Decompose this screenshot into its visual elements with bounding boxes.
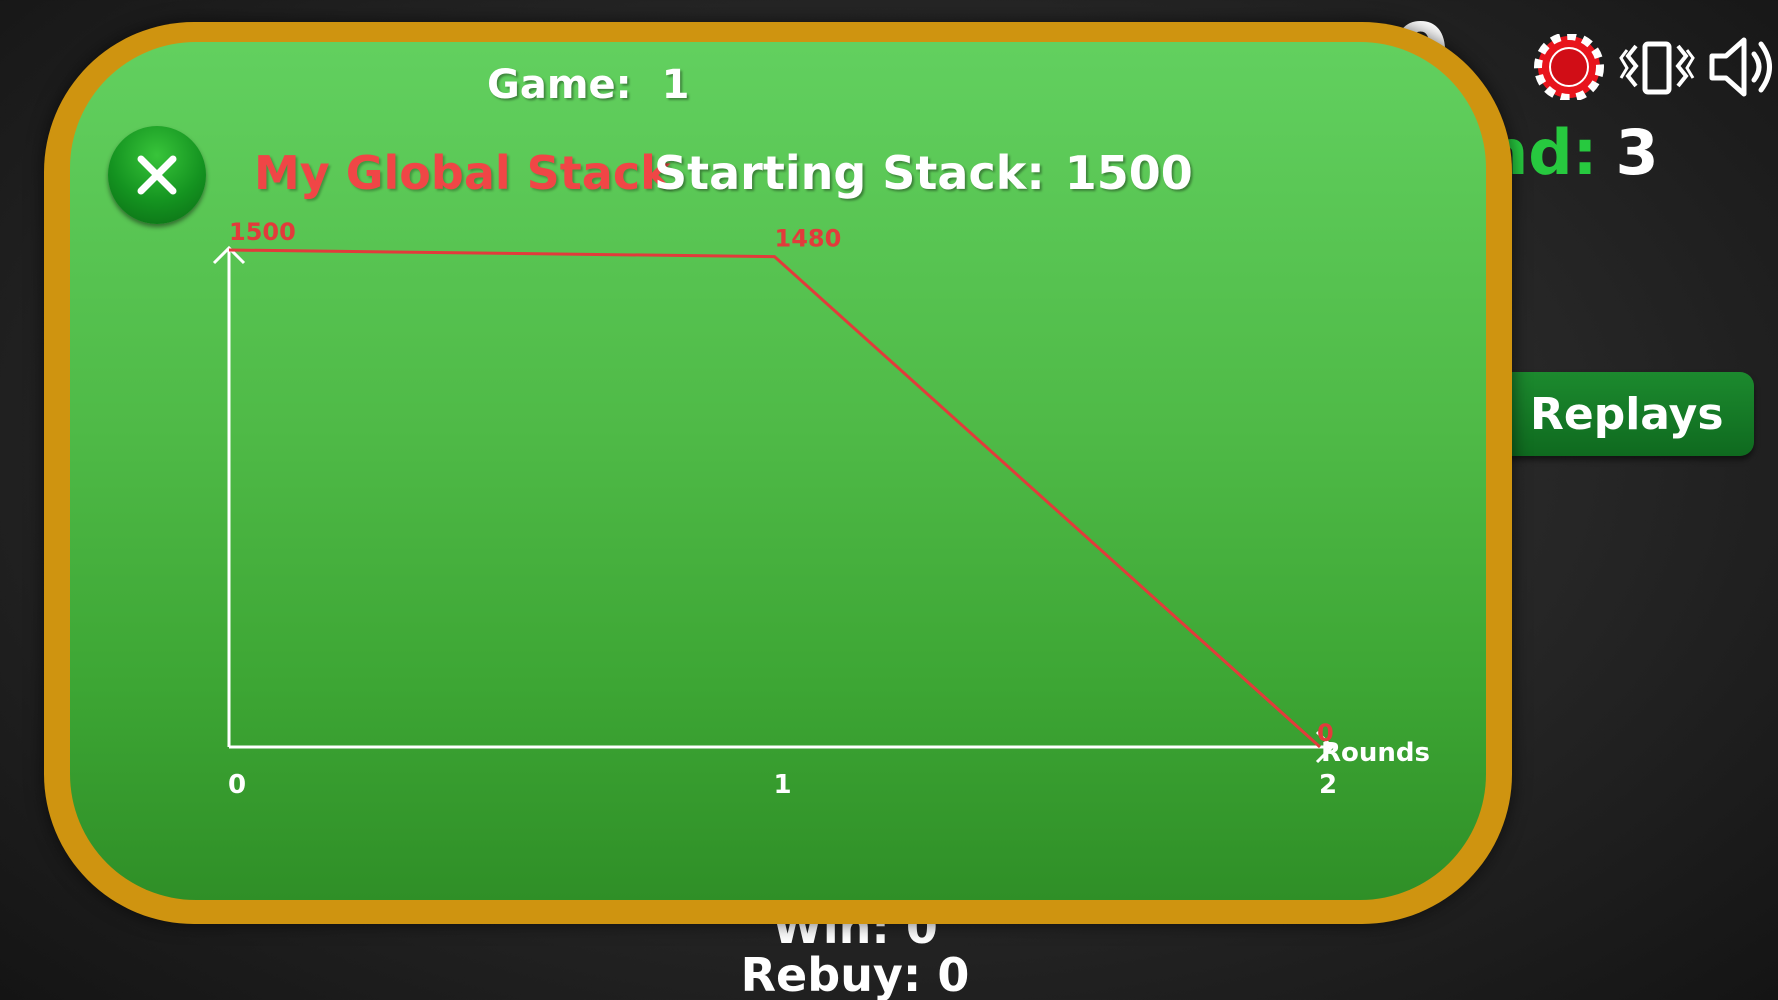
- x-tick-label: 1: [773, 770, 791, 800]
- stack-series-line: [228, 248, 1322, 749]
- x-axis-label: Rounds: [1321, 738, 1430, 768]
- x-tick-label: 2: [1319, 770, 1337, 800]
- data-label: 1500: [229, 218, 296, 246]
- x-tick-label: 0: [228, 770, 246, 800]
- stack-line-chart: 1500 148000 1 2Rounds: [212, 218, 1430, 800]
- data-label: 1480: [775, 225, 842, 253]
